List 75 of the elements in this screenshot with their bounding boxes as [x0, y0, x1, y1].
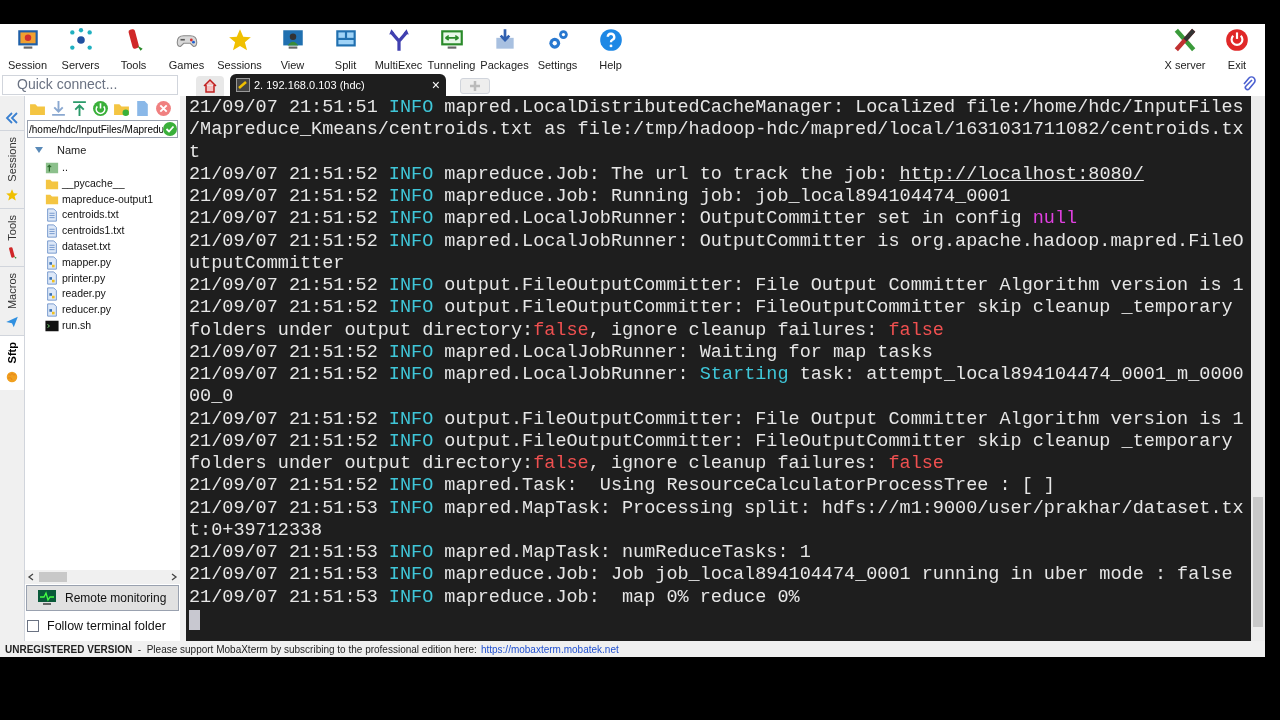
sort-icon: [35, 147, 43, 153]
toolbar-button[interactable]: Settings: [532, 27, 583, 74]
scrollbar-thumb[interactable]: [39, 572, 67, 582]
column-header[interactable]: Name: [57, 141, 87, 159]
download-icon[interactable]: [50, 99, 67, 117]
file-item[interactable]: reader.py: [45, 286, 180, 303]
toolbar-button[interactable]: X server: [1159, 27, 1211, 74]
follow-folder-checkbox[interactable]: Follow terminal folder: [25, 611, 180, 641]
path-field[interactable]: /home/hdc/InputFiles/Mapredu: [27, 120, 178, 138]
paper-plane-icon: [5, 315, 19, 330]
python-file-icon: [45, 271, 59, 286]
globe-icon: [5, 369, 19, 384]
website-link[interactable]: https://mobaxterm.mobatek.net: [480, 641, 619, 657]
text-file-icon: [45, 239, 59, 254]
file-item[interactable]: mapper.py: [45, 254, 180, 271]
refresh-icon[interactable]: [92, 99, 109, 117]
toolbar-button[interactable]: Games: [161, 27, 212, 74]
plus-icon: [469, 80, 481, 92]
folder-icon: [45, 192, 59, 207]
toolbar-button[interactable]: Help: [585, 27, 636, 74]
toolbar-button[interactable]: View: [267, 27, 318, 74]
unregistered-notice: UNREGISTERED VERSION - Please support MobaXterm by subscribing to the professional edition here:: [5, 642, 477, 657]
file-item[interactable]: __pycache__: [45, 175, 180, 192]
home-tab[interactable]: [196, 76, 224, 96]
toolbar-button[interactable]: Packages: [479, 27, 530, 74]
toolbar-button[interactable]: Session: [2, 27, 53, 74]
text-file-icon: [45, 208, 59, 223]
scrollbar[interactable]: [1251, 96, 1265, 641]
close-icon[interactable]: ×: [431, 78, 440, 92]
star-icon: [226, 27, 253, 53]
python-file-icon: [45, 303, 59, 318]
delete-icon[interactable]: [155, 99, 172, 117]
confirm-icon[interactable]: [163, 122, 177, 136]
file-item[interactable]: dataset.txt: [45, 239, 180, 255]
up-folder-icon: [45, 160, 59, 175]
file-item[interactable]: centroids.txt: [45, 207, 180, 224]
file-item[interactable]: reducer.py: [45, 302, 180, 318]
session-tab[interactable]: 2. 192.168.0.103 (hdc) ×: [230, 74, 446, 96]
toolbar-button[interactable]: Exit: [1211, 27, 1263, 74]
x-icon: [1172, 27, 1198, 53]
file-item[interactable]: mapreduce-output1: [45, 191, 180, 208]
help-icon: [597, 27, 624, 53]
remote-monitoring-button[interactable]: Remote monitoring: [26, 585, 179, 611]
toolbar-button[interactable]: Split: [320, 27, 371, 74]
toolbar-button[interactable]: Servers: [55, 27, 106, 74]
power-icon: [1224, 27, 1250, 53]
paperclip-icon[interactable]: [1241, 76, 1257, 92]
toolbar-button[interactable]: MultiExec: [373, 27, 424, 74]
toolbar-button[interactable]: Sessions: [214, 27, 265, 74]
file-item[interactable]: centroids1.txt: [45, 223, 180, 239]
text-file-icon: [45, 224, 59, 239]
toolbar-button[interactable]: Tunneling: [426, 27, 477, 74]
scroll-right-icon[interactable]: [170, 573, 178, 581]
terminal-icon: [45, 318, 59, 333]
home-icon: [202, 78, 218, 94]
star-icon: [5, 187, 19, 202]
monitor-graph-icon: [37, 589, 57, 607]
upload-icon[interactable]: [71, 99, 88, 117]
text-cursor: [189, 609, 200, 630]
collapse-icon[interactable]: [5, 111, 19, 125]
new-tab-button[interactable]: [460, 78, 490, 94]
toolbar-button[interactable]: Tools: [108, 27, 159, 74]
file-item[interactable]: ..: [45, 160, 180, 176]
side-tab[interactable]: Sftp: [0, 335, 24, 390]
file-item[interactable]: run.sh: [45, 317, 180, 334]
quick-connect-field[interactable]: Quick connect...: [2, 74, 178, 95]
scroll-left-icon[interactable]: [27, 573, 35, 581]
new-file-icon[interactable]: [134, 99, 151, 117]
network-nodes-icon: [67, 27, 94, 53]
terminal-icon: [236, 78, 250, 92]
scrollbar-thumb[interactable]: [1253, 497, 1263, 627]
python-file-icon: [45, 287, 59, 302]
python-file-icon: [45, 255, 59, 270]
file-item[interactable]: printer.py: [45, 270, 180, 287]
horizontal-scrollbar[interactable]: [25, 570, 180, 584]
